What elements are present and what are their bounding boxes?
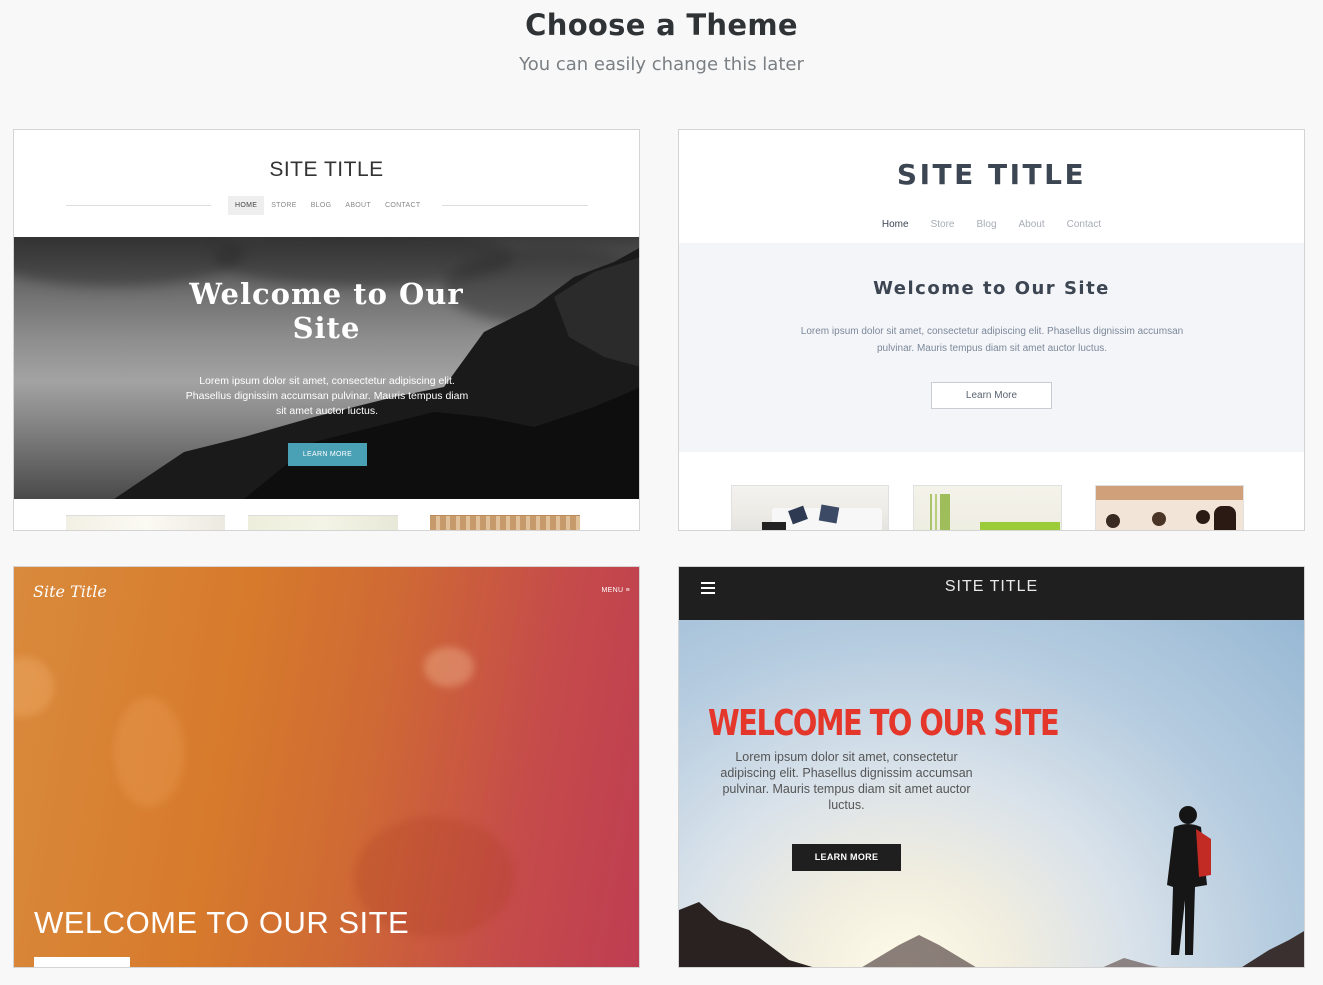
- hero-title-line: Site: [292, 311, 361, 345]
- page-header: Choose a Theme You can easily change thi…: [0, 0, 1323, 100]
- person-head-shape: [1196, 510, 1210, 524]
- theme-preview-header: SITE TITLE HOME STORE BLOG ABOUT CONTACT: [14, 130, 639, 237]
- preview-learn-more-button: LEARN MORE: [288, 443, 367, 466]
- person-hair-shape: [1214, 506, 1236, 530]
- preview-thumbnail: [1095, 485, 1244, 530]
- bokeh-shape: [424, 647, 474, 687]
- preview-thumbnail: [248, 515, 398, 530]
- preview-menu: MENU ≡: [601, 587, 630, 594]
- table-shape: [762, 522, 786, 530]
- preview-hero-title: Welcome to Our Site: [873, 278, 1110, 299]
- preview-hero-image: WELCOME TO OUR SITE Lorem ipsum dolor si…: [679, 620, 1304, 967]
- theme-card-2[interactable]: SITE TITLE Home Store Blog About Contact…: [678, 129, 1305, 531]
- preview-nav-item: STORE: [271, 202, 297, 209]
- page-subtitle: You can easily change this later: [519, 54, 804, 75]
- preview-top-bar: SITE TITLE: [679, 567, 1304, 620]
- plant-shape: [930, 494, 950, 530]
- preview-thumbnail: [731, 485, 889, 530]
- person-head-shape: [1152, 512, 1166, 526]
- theme-card-4[interactable]: SITE TITLE WELCOME TO OUR SITE Lorem ips…: [678, 566, 1305, 968]
- hiker-shape: [1167, 806, 1211, 955]
- page-title: Choose a Theme: [525, 8, 798, 42]
- hero-title-line: Welcome to Our: [189, 277, 464, 311]
- preview-nav: Home Store Blog About Contact: [679, 219, 1304, 230]
- preview-thumbnail: [913, 485, 1062, 530]
- divider: [442, 205, 588, 206]
- preview-hero-text: Lorem ipsum dolor sit amet, consectetur …: [185, 375, 469, 417]
- preview-hero-text: Lorem ipsum dolor sit amet, consectetur …: [800, 326, 1184, 354]
- site-title: SITE TITLE: [896, 158, 1087, 191]
- preview-nav-item: Home: [881, 219, 909, 230]
- preview-hero-title: WELCOME TO OUR SITE: [708, 702, 1060, 744]
- pillow-shape: [818, 504, 840, 524]
- bokeh-shape: [14, 657, 54, 717]
- preview-learn-more-button: LEARN MORE: [792, 844, 901, 871]
- preview-nav-item: BLOG: [310, 202, 332, 209]
- theme-card-3[interactable]: Site Title MENU ≡ WELCOME TO OUR SITE: [13, 566, 640, 968]
- preview-button: [34, 957, 130, 967]
- shelf-shape: [980, 522, 1060, 530]
- preview-nav-item: Blog: [976, 219, 997, 230]
- preview-hero-title: WELCOME TO OUR SITE: [34, 905, 410, 940]
- preview-nav-item: HOME: [228, 196, 265, 215]
- preview-thumbnail: [66, 515, 225, 530]
- preview-nav-item: ABOUT: [345, 202, 371, 209]
- preview-learn-more-button: Learn More: [931, 382, 1052, 409]
- site-title: SITE TITLE: [269, 158, 384, 181]
- preview-nav: HOME STORE BLOG ABOUT CONTACT: [228, 196, 427, 215]
- site-logo: Site Title: [33, 582, 107, 601]
- person-head-shape: [1106, 514, 1120, 528]
- preview-nav-item: About: [1018, 219, 1045, 230]
- divider: [66, 205, 211, 206]
- preview-nav-item: Store: [930, 219, 955, 230]
- preview-thumbnail: [430, 515, 580, 530]
- preview-hero-text: Lorem ipsum dolor sit amet, consectetur …: [720, 750, 973, 812]
- preview-nav-item: CONTACT: [384, 202, 421, 209]
- bokeh-shape: [114, 697, 184, 807]
- preview-hero: Welcome to Our Site Lorem ipsum dolor si…: [679, 243, 1304, 452]
- preview-nav-item: Contact: [1066, 219, 1102, 230]
- site-title: SITE TITLE: [944, 578, 1039, 595]
- theme-card-1[interactable]: SITE TITLE HOME STORE BLOG ABOUT CONTACT…: [13, 129, 640, 531]
- preview-hero-title: Welcome to Our Site: [14, 277, 639, 345]
- preview-hero-image: Welcome to Our Site Lorem ipsum dolor si…: [14, 237, 639, 499]
